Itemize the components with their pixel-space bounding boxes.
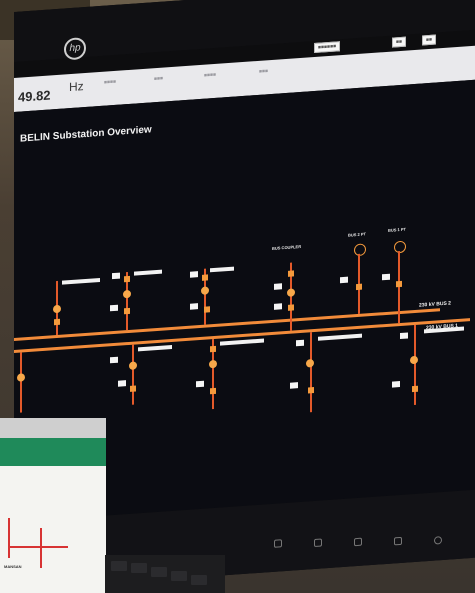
feeder-tag xyxy=(220,338,264,346)
paper-caption: MANSAN xyxy=(4,564,22,569)
keyboard-key[interactable] xyxy=(111,561,127,571)
disconnect-switch[interactable] xyxy=(356,283,362,291)
circuit-breaker[interactable] xyxy=(287,288,295,297)
bus-coupler-label: BUS COUPLER xyxy=(272,243,302,251)
disconnect-switch[interactable] xyxy=(296,339,304,347)
disconnect-switch[interactable] xyxy=(54,318,60,326)
disconnect-switch[interactable] xyxy=(288,270,294,277)
bus-1-pt-label: BUS 1 PT xyxy=(388,226,407,233)
monitor-button-icon[interactable] xyxy=(394,536,402,546)
nav-item[interactable]: ■■■■ xyxy=(104,79,116,86)
monitor-button-icon[interactable] xyxy=(274,539,282,548)
nav-item[interactable]: ■■■ xyxy=(259,68,268,75)
nav-item[interactable]: ■■■■ xyxy=(204,72,216,79)
feeder-line xyxy=(310,332,312,413)
toolbar-button[interactable]: ■■ xyxy=(422,34,437,46)
disconnect-switch[interactable] xyxy=(196,380,204,388)
power-icon[interactable] xyxy=(434,536,442,545)
disconnect-switch[interactable] xyxy=(110,304,118,312)
disconnect-switch[interactable] xyxy=(274,283,282,290)
feeder-line xyxy=(20,352,22,413)
feeder-line xyxy=(414,324,416,406)
diagram-line xyxy=(40,528,42,568)
feeder-tag xyxy=(210,266,234,273)
disconnect-switch[interactable] xyxy=(118,380,126,387)
disconnect-switch[interactable] xyxy=(288,304,294,311)
nav-item[interactable]: ■■■ xyxy=(154,76,163,83)
circuit-breaker[interactable] xyxy=(53,304,61,314)
disconnect-switch[interactable] xyxy=(400,332,408,340)
hp-logo: hp xyxy=(64,36,86,61)
disconnect-switch[interactable] xyxy=(190,271,198,278)
paper-green-band xyxy=(0,438,106,466)
disconnect-switch[interactable] xyxy=(210,387,216,395)
disconnect-switch[interactable] xyxy=(124,275,130,283)
page-title: BELIN Substation Overview xyxy=(20,124,152,145)
keyboard-key[interactable] xyxy=(191,575,207,585)
toolbar-button[interactable]: ■■■■■■ xyxy=(314,41,341,54)
keyboard-key[interactable] xyxy=(131,563,147,573)
monitor-button-icon[interactable] xyxy=(354,537,362,547)
bus-2-pt-label: BUS 2 PT xyxy=(348,231,367,238)
diagram-line xyxy=(8,518,10,558)
feeder-line xyxy=(132,344,134,405)
feeder-tag xyxy=(318,333,362,341)
disconnect-switch[interactable] xyxy=(204,306,210,313)
disconnect-switch[interactable] xyxy=(308,387,314,394)
feeder-tag xyxy=(62,277,100,285)
keyboard[interactable] xyxy=(105,555,225,593)
disconnect-switch[interactable] xyxy=(130,385,136,392)
feeder-tag xyxy=(138,344,172,352)
disconnect-switch[interactable] xyxy=(290,382,298,389)
disconnect-switch[interactable] xyxy=(124,307,130,315)
paper-header-band xyxy=(0,418,106,438)
disconnect-switch[interactable] xyxy=(340,276,348,284)
bus-2-label: 230 kV BUS 2 xyxy=(419,300,451,309)
circuit-breaker[interactable] xyxy=(201,286,209,295)
frequency-unit: Hz xyxy=(69,79,84,95)
disconnect-switch[interactable] xyxy=(112,272,120,280)
circuit-breaker[interactable] xyxy=(123,289,131,299)
disconnect-switch[interactable] xyxy=(382,273,390,281)
monitor-button-icon[interactable] xyxy=(314,538,322,548)
disconnect-switch[interactable] xyxy=(396,280,402,288)
toolbar-button[interactable]: ■■ xyxy=(392,36,407,48)
disconnect-switch[interactable] xyxy=(412,385,418,393)
feeder-tag xyxy=(134,269,162,276)
disconnect-switch[interactable] xyxy=(110,356,118,364)
circuit-breaker[interactable] xyxy=(410,355,418,365)
disconnect-switch[interactable] xyxy=(202,274,208,281)
diagram-line xyxy=(8,546,68,548)
keyboard-key[interactable] xyxy=(171,571,187,581)
printed-single-line-diagram: MANSAN xyxy=(0,418,106,593)
disconnect-switch[interactable] xyxy=(210,345,216,353)
circuit-breaker[interactable] xyxy=(306,359,314,368)
potential-transformer[interactable] xyxy=(394,240,406,254)
circuit-breaker[interactable] xyxy=(209,359,217,369)
circuit-breaker[interactable] xyxy=(129,361,137,370)
potential-transformer[interactable] xyxy=(354,243,366,257)
circuit-breaker[interactable] xyxy=(17,373,25,382)
disconnect-switch[interactable] xyxy=(392,381,400,388)
disconnect-switch[interactable] xyxy=(190,303,198,310)
disconnect-switch[interactable] xyxy=(274,303,282,310)
frequency-value: 49.82 xyxy=(18,87,51,105)
keyboard-key[interactable] xyxy=(151,567,167,577)
